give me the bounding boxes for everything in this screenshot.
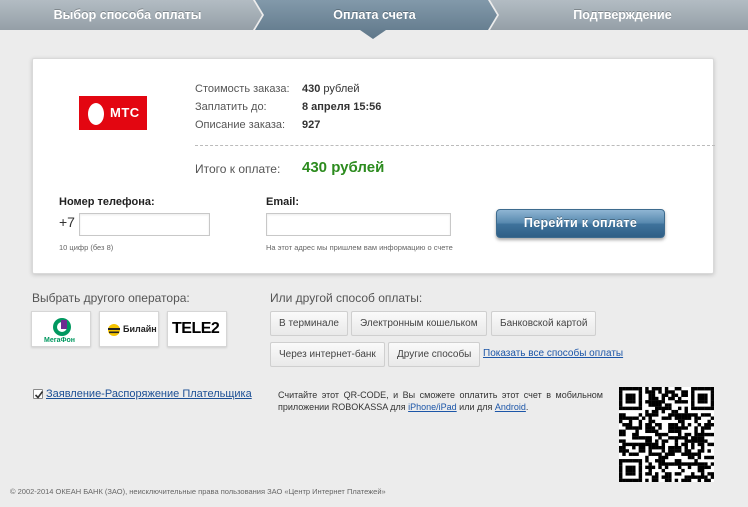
qr-code bbox=[619, 387, 715, 483]
other-method-title: Или другой способ оплаты: bbox=[270, 291, 423, 305]
order-cost-label: Стоимость заказа: bbox=[195, 83, 290, 95]
pay-until-value: 8 апреля 15:56 bbox=[302, 101, 382, 113]
beeline-name: Билайн bbox=[123, 324, 157, 334]
consent-checkbox[interactable] bbox=[33, 389, 44, 399]
dashed-divider bbox=[195, 145, 715, 146]
phone-label: Номер телефона: bbox=[59, 196, 155, 208]
method-terminal-button[interactable]: В терминале bbox=[270, 311, 348, 336]
method-internet-bank-button[interactable]: Через интернет-банк bbox=[270, 342, 385, 367]
tele2-name: TELE2 bbox=[172, 320, 220, 337]
pay-until-row: Заплатить до: 8 апреля 15:56 bbox=[195, 101, 381, 113]
pay-until-label: Заплатить до: bbox=[195, 101, 267, 113]
method-ewallet-button[interactable]: Электронным кошельком bbox=[351, 311, 487, 336]
step-choose-method[interactable]: Выбор способа оплаты bbox=[0, 0, 255, 30]
proceed-to-payment-button[interactable]: Перейти к оплате bbox=[496, 209, 665, 238]
operator-megafon[interactable]: МегаФон bbox=[31, 311, 91, 347]
operator-tele2[interactable]: TELE2 bbox=[167, 311, 227, 347]
checkmark-icon bbox=[34, 391, 44, 399]
order-cost-value: 430 bbox=[302, 83, 321, 95]
qr-code-icon bbox=[619, 387, 715, 483]
order-description-row: Описание заказа: 927 bbox=[195, 119, 320, 131]
payment-card: МТС Стоимость заказа: 430 рублей Заплати… bbox=[32, 58, 715, 274]
email-hint: На этот адрес мы пришлем вам информацию … bbox=[266, 243, 453, 252]
phone-prefix: +7 bbox=[59, 214, 75, 230]
qr-text-middle: или для bbox=[456, 401, 495, 412]
payer-statement-link[interactable]: Заявление-Распоряжение Плательщика bbox=[46, 388, 252, 400]
step-confirmation: Подтверждение bbox=[573, 8, 672, 22]
total-amount: 430 рублей bbox=[302, 159, 385, 176]
footer-copyright: © 2002-2014 ОКЕАН БАНК (ЗАО), неисключит… bbox=[10, 487, 386, 496]
megafon-name: МегаФон bbox=[44, 337, 76, 344]
other-operator-title: Выбрать другого оператора: bbox=[32, 291, 190, 305]
android-link[interactable]: Android bbox=[495, 402, 526, 412]
order-description-label: Описание заказа: bbox=[195, 119, 286, 131]
checkout-steps: Выбор способа оплаты Оплата счета Подтве… bbox=[0, 0, 748, 39]
phone-input[interactable] bbox=[79, 213, 210, 236]
operator-beeline[interactable]: Билайн bbox=[99, 311, 159, 347]
email-label: Email: bbox=[266, 196, 300, 208]
email-input[interactable] bbox=[266, 213, 451, 236]
step-invoice-payment: Оплата счета bbox=[333, 8, 416, 22]
egg-icon bbox=[88, 103, 104, 125]
method-other-button[interactable]: Другие способы bbox=[388, 342, 481, 367]
order-description-value: 927 bbox=[302, 119, 321, 131]
mts-logo: МТС bbox=[79, 96, 147, 130]
iphone-ipad-link[interactable]: iPhone/iPad bbox=[408, 402, 457, 412]
order-cost-unit: рублей bbox=[323, 83, 360, 95]
phone-hint: 10 цифр (без 8) bbox=[59, 243, 114, 252]
total-label: Итого к оплате: bbox=[195, 162, 281, 176]
order-cost-row: Стоимость заказа: 430 рублей bbox=[195, 83, 360, 95]
show-all-methods-link[interactable]: Показать все способы оплаты bbox=[483, 348, 623, 359]
mts-logo-text: МТС bbox=[110, 105, 140, 120]
method-bank-card-button[interactable]: Банковской картой bbox=[491, 311, 597, 336]
qr-text-after: . bbox=[525, 401, 529, 412]
qr-instructions: Считайте этот QR-CODE, и Вы сможете опла… bbox=[278, 390, 603, 413]
